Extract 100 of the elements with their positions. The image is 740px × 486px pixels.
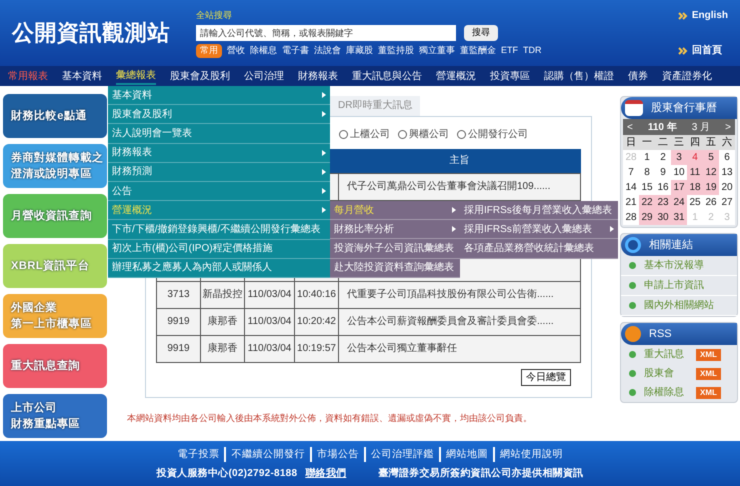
footer-link[interactable]: 網站使用說明 <box>494 446 568 462</box>
promo-banner[interactable]: 上市公司 財務重點專區 <box>3 394 107 438</box>
search-field[interactable]: 請輸入公司代號、簡稱，或報表關鍵字 <box>196 25 456 41</box>
calendar-day[interactable]: 6 <box>719 150 735 165</box>
calendar-day[interactable]: 1 <box>639 150 655 165</box>
quick-link[interactable]: 電子書 <box>282 44 309 58</box>
radio-button[interactable] <box>457 130 466 138</box>
calendar-day[interactable]: 24 <box>671 195 687 210</box>
submenu-arrow-icon <box>452 226 456 232</box>
quick-link[interactable]: 法說會 <box>314 44 341 58</box>
nav-item[interactable]: 認購（售）權證 <box>544 68 614 84</box>
nav-item[interactable]: 營運概況 <box>436 68 476 84</box>
banner-text: 澄清或說明專區 <box>11 166 92 182</box>
calendar-day[interactable]: 21 <box>623 195 639 210</box>
quick-link[interactable]: 庫藏股 <box>346 44 373 58</box>
top-link[interactable]: English <box>678 8 728 23</box>
calendar-day[interactable]: 28 <box>623 210 639 225</box>
calendar-day[interactable]: 2 <box>655 150 671 165</box>
nav-item[interactable]: 基本資料 <box>62 68 102 84</box>
calendar-day[interactable]: 18 <box>687 180 703 195</box>
radio-button[interactable] <box>398 130 407 138</box>
overview-button[interactable]: 今日總覽 <box>521 368 571 386</box>
calendar-day[interactable]: 10 <box>671 165 687 180</box>
quick-link[interactable]: TDR <box>523 44 542 58</box>
calendar-day[interactable]: 11 <box>687 165 703 180</box>
bullet-icon <box>629 370 636 377</box>
calendar-day[interactable]: 26 <box>703 195 719 210</box>
prev-button[interactable]: < <box>627 120 633 134</box>
table-cell: 110/03/04 <box>248 316 292 327</box>
calendar-day[interactable]: 5 <box>703 150 719 165</box>
chevrons-icon <box>678 12 688 20</box>
calendar-day[interactable]: 3 <box>671 150 687 165</box>
top-link[interactable]: 回首頁 <box>678 43 722 58</box>
weekday-label: 日 <box>625 136 637 150</box>
banner-text: 外國企業 <box>11 300 58 316</box>
promo-banner[interactable]: 財務比較e點通 <box>3 94 107 138</box>
calendar-day[interactable]: 13 <box>719 165 735 180</box>
calendar-day[interactable]: 7 <box>623 165 639 180</box>
calendar-day[interactable]: 19 <box>703 180 719 195</box>
weekday-label: 三 <box>673 136 685 150</box>
contact-link[interactable]: 聯絡我們 <box>305 466 346 480</box>
menu-item[interactable]: 辦理私募之應募人為內部人或關係人 <box>108 258 330 278</box>
menu-item[interactable]: 財務預測 <box>108 162 330 182</box>
section-header: 股東會行事曆 <box>621 97 737 119</box>
quick-link[interactable]: 董監持股 <box>378 44 414 58</box>
calendar-day[interactable]: 14 <box>623 180 639 195</box>
nav-item[interactable]: 股東會及股利 <box>170 68 230 84</box>
calendar-day[interactable]: 17 <box>671 180 687 195</box>
weekday-label: 五 <box>705 136 717 150</box>
calendar-day[interactable]: 23 <box>655 195 671 210</box>
table-cell: 9919 <box>167 316 190 327</box>
nav-item[interactable]: 資產證券化 <box>662 68 712 84</box>
footer-link[interactable]: 市場公告 <box>312 446 366 462</box>
calendar-day[interactable]: 22 <box>639 195 655 210</box>
quick-link[interactable]: ETF <box>501 44 518 58</box>
nav-item[interactable]: 公司治理 <box>244 68 284 84</box>
submenu-arrow-icon <box>610 226 614 232</box>
search-button[interactable]: 搜尋 <box>464 25 498 41</box>
nav-item[interactable]: 債券 <box>628 68 648 84</box>
quick-link[interactable]: 營收 <box>227 44 245 58</box>
calendar-day[interactable]: 12 <box>703 165 719 180</box>
nav-item[interactable]: 常用報表 <box>8 68 48 84</box>
menu-item[interactable]: 初次上市(櫃)公司(IPO)程定價格措施 <box>108 240 330 259</box>
quick-link[interactable]: 除權息 <box>250 44 277 58</box>
quick-link[interactable]: 董監酬金 <box>460 44 496 58</box>
calendar-day[interactable]: 29 <box>639 210 655 225</box>
table-cell: 新晶投控 <box>202 289 242 300</box>
footer-link[interactable]: 不繼續公開發行 <box>226 446 312 462</box>
banner-text: 財務比較e點通 <box>11 108 87 124</box>
calendar-day[interactable]: 27 <box>719 195 735 210</box>
calendar-day[interactable]: 16 <box>655 180 671 195</box>
bullet-icon <box>629 302 636 309</box>
quick-link[interactable]: 獨立董事 <box>419 44 455 58</box>
table-cell: 110/03/04 <box>248 343 292 354</box>
calendar-day[interactable]: 30 <box>655 210 671 225</box>
quick-badge: 常用 <box>196 44 222 58</box>
submenu-arrow-icon <box>322 150 326 156</box>
nav-item[interactable]: 投資專區 <box>490 68 530 84</box>
next-button[interactable]: > <box>725 120 731 134</box>
bullet-icon <box>629 262 636 269</box>
footer-link[interactable]: 網站地圖 <box>440 446 495 462</box>
service-hotline: 投資人服務中心(02)2792-8188 <box>156 466 298 480</box>
calendar-day[interactable]: 9 <box>655 165 671 180</box>
menu-item[interactable]: 財務報表 <box>108 144 330 163</box>
submenu-arrow-icon <box>322 92 326 98</box>
radio-button[interactable] <box>339 130 348 138</box>
calendar-day[interactable]: 8 <box>639 165 655 180</box>
section-header: 相關連結 <box>621 234 737 256</box>
calendar-day[interactable]: 25 <box>687 195 703 210</box>
footer-link[interactable]: 公司治理評鑑 <box>366 446 441 462</box>
month-label: 3 月 <box>692 120 710 134</box>
banner-text: 重大訊息查詢 <box>11 358 80 374</box>
calendar-day[interactable]: 15 <box>639 180 655 195</box>
nav-item[interactable]: 重大訊息與公告 <box>352 68 422 84</box>
calendar-day[interactable]: 20 <box>719 180 735 195</box>
subject-link[interactable]: 公告本公司獨立董事辭任 <box>347 343 457 354</box>
nav-item[interactable]: 財務報表 <box>298 68 338 84</box>
footer-link[interactable]: 電子投票 <box>172 446 226 462</box>
calendar-day[interactable]: 31 <box>671 210 687 225</box>
menu-item[interactable]: 赴大陸投資資料查詢彙總表 <box>330 258 460 278</box>
